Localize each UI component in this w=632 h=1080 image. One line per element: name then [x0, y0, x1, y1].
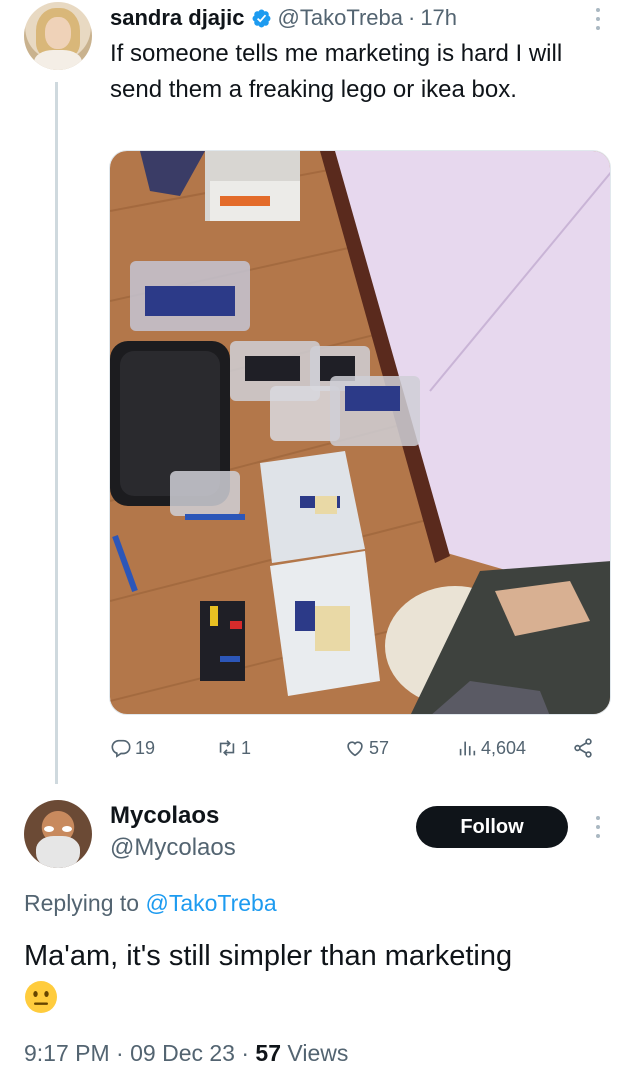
lego-photo-image	[110, 151, 610, 714]
neutral-face-emoji-icon	[25, 981, 57, 1013]
reply-text: Ma'am, it's still simpler than marketing	[24, 940, 513, 972]
tweet-text: If someone tells me marketing is hard I …	[110, 40, 563, 103]
retweet-action[interactable]: 1	[216, 732, 251, 764]
reply-views-count: 57	[255, 1040, 282, 1066]
reply-author-handle[interactable]: @Mycolaos	[110, 834, 236, 862]
tweet-photo[interactable]	[109, 150, 611, 715]
tweet-time[interactable]: 17h	[420, 5, 457, 31]
meta-separator: ·	[241, 1040, 250, 1066]
reply-date[interactable]: 09 Dec 23	[130, 1040, 235, 1066]
views-action[interactable]: 4,604	[456, 732, 526, 764]
replying-to: Replying to @TakoTreba	[24, 890, 277, 917]
more-options-icon[interactable]	[590, 6, 606, 32]
like-action[interactable]: 57	[344, 732, 389, 764]
reply-icon	[111, 739, 131, 758]
reply-author-name[interactable]: Mycolaos	[110, 802, 219, 830]
reply-views-label: Views	[287, 1040, 349, 1066]
author-handle[interactable]: @TakoTreba	[278, 5, 403, 31]
reply-action[interactable]: 19	[110, 732, 155, 764]
bar-chart-icon	[459, 741, 476, 756]
retweet-icon	[219, 740, 235, 756]
reply-count: 19	[135, 737, 156, 758]
tweet-actions-bar: 19 1 57 4,604	[110, 732, 602, 764]
thread-connector-line	[55, 82, 58, 784]
views-count: 4,604	[481, 737, 527, 758]
reply-author-avatar[interactable]	[24, 800, 92, 868]
like-count: 57	[369, 737, 390, 758]
more-options-icon[interactable]	[590, 814, 606, 840]
replying-mention-link[interactable]: @TakoTreba	[145, 890, 276, 916]
header-separator: ·	[407, 5, 416, 30]
retweet-count: 1	[241, 737, 252, 758]
heart-icon	[347, 741, 363, 757]
tweet-header: sandra djajic @TakoTreba · 17h	[110, 2, 457, 34]
replying-prefix: Replying to	[24, 890, 140, 916]
verified-badge-icon	[252, 9, 270, 27]
meta-separator: ·	[116, 1040, 124, 1066]
author-name[interactable]: sandra djajic	[110, 5, 245, 31]
reply-meta: 9:17 PM · 09 Dec 23 · 57 Views	[24, 1040, 348, 1067]
author-avatar[interactable]	[24, 2, 92, 70]
reply-time[interactable]: 9:17 PM	[24, 1040, 110, 1066]
share-action[interactable]	[572, 732, 594, 764]
share-icon	[574, 738, 592, 758]
follow-button[interactable]: Follow	[416, 806, 568, 848]
